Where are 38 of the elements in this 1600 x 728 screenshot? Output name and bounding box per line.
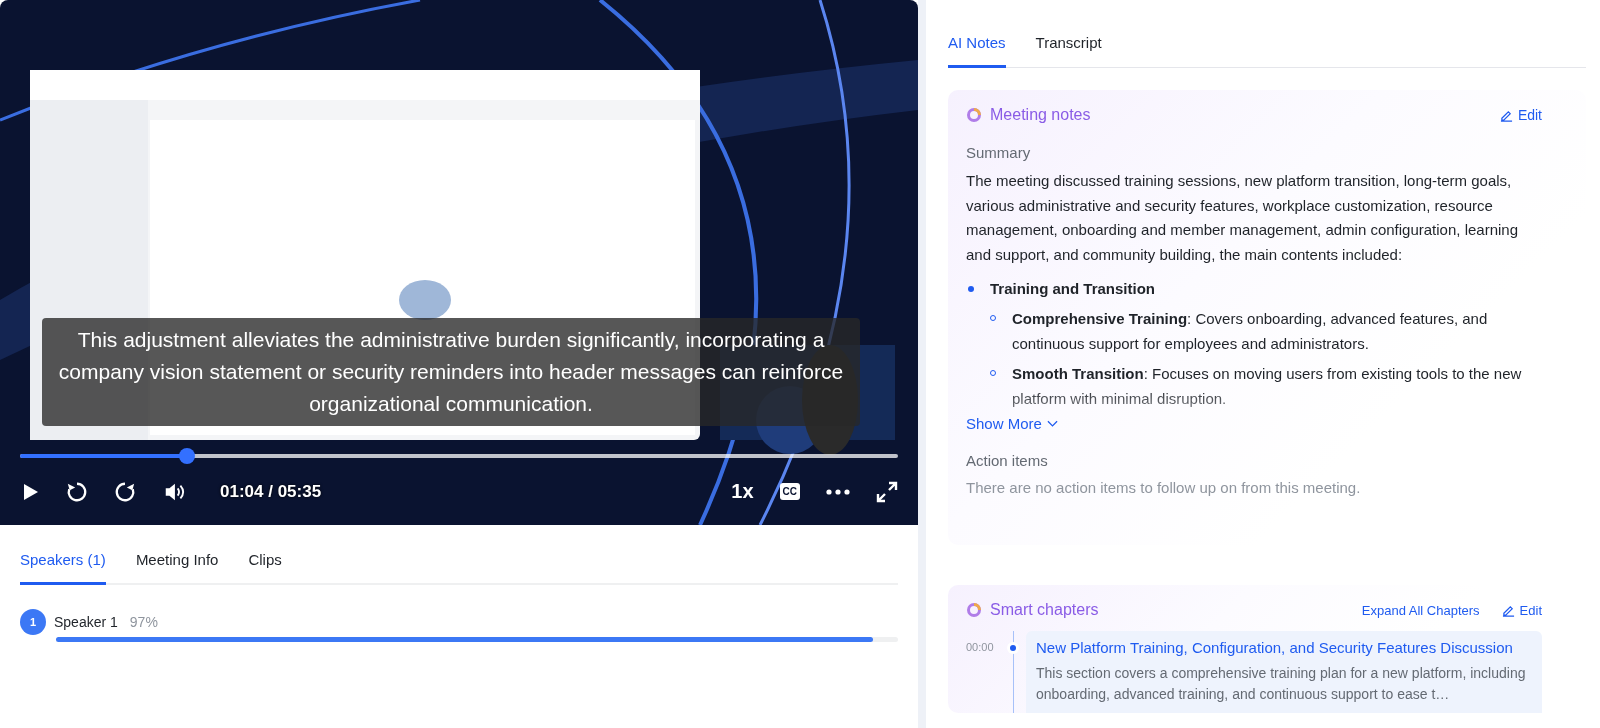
tab[interactable]: Transcript [1035, 34, 1102, 68]
fullscreen-icon[interactable] [876, 480, 898, 503]
bullet-text: Smooth Transition: Focuses on moving users from existing tools to the new platform with minimal disruption. [1012, 364, 1523, 409]
subtitle-caption: This adjustment alleviates the administrative burden significantly, incorporating a company vision statement or security reminders into header messages can reinforce organizational communication. [42, 318, 860, 426]
section-title: Smart chapters [990, 601, 1099, 619]
speed-button[interactable]: 1x [731, 480, 754, 503]
tab[interactable]: AI Notes [948, 34, 1006, 68]
more-icon[interactable] [826, 488, 850, 495]
speaker-avatar: 1 [20, 609, 46, 635]
tab[interactable]: Meeting Info [135, 551, 219, 585]
edit-button[interactable]: Edit [1501, 602, 1542, 618]
edit-button[interactable]: Edit [1499, 107, 1542, 123]
summary-label: Summary [966, 144, 1032, 161]
chapter-item[interactable]: New Platform Training, Configuration, and Security Features Discussion This section covers a comprehensive training plan for a new platform, including onboarding, advanced training, and continuous support to ease t… [1026, 631, 1542, 713]
ai-ring-icon [966, 602, 982, 618]
rewind-icon[interactable] [66, 480, 88, 503]
forward-icon[interactable] [114, 480, 136, 503]
ai-ring-icon [966, 107, 982, 123]
chapter-time: 00:00 [966, 641, 995, 653]
expand-all-link[interactable]: Expand All Chapters [1361, 602, 1480, 618]
captions-button[interactable]: CC [779, 483, 800, 500]
pencil-icon [1499, 108, 1513, 122]
progress-bar[interactable] [20, 448, 898, 464]
empty-message: There are no action items to follow up on from this meeting. [966, 479, 1362, 496]
tab[interactable]: Speakers (1) [20, 551, 106, 585]
section-title: Meeting notes [990, 106, 1091, 124]
summary-text: The meeting discussed training sessions, new platform transition, long-term goals, various administrative and security features, workplace customization, resource management, onboarding and member management, admin configuration, learning and support, and community building, the main contents included: [966, 171, 1519, 265]
tab[interactable]: Clips [248, 551, 282, 585]
pencil-icon [1501, 603, 1515, 617]
action-items-label: Action items [966, 452, 1049, 469]
show-more-button[interactable]: Show More [966, 415, 1058, 432]
bullet-heading: Training and Transition [990, 279, 1155, 299]
playback-time: 01:04 / 05:35 [220, 481, 322, 502]
speaker-name: Speaker 1 [54, 614, 118, 630]
bullet-icon [968, 286, 974, 292]
bullet-text: Comprehensive Training: Covers onboarding, advanced features, and continuous support for employees and administrators. [1012, 309, 1489, 354]
speaker-percentage: 97% [129, 614, 158, 630]
chevron-down-icon [1046, 419, 1058, 428]
